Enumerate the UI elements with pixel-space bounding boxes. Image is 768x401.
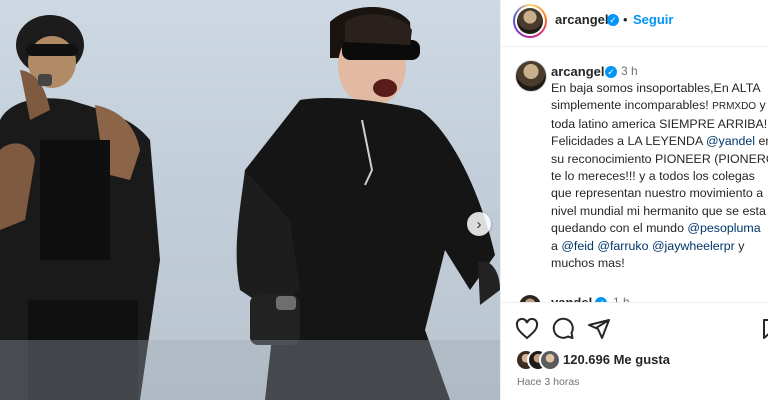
caption-line: y — [756, 98, 766, 113]
caption-line: muchos mas! — [551, 256, 625, 271]
caption-text: En baja somos insoportables,En ALTA simp… — [551, 80, 768, 272]
likes-count[interactable]: 120.696 Me gusta — [563, 352, 670, 367]
comment-icon[interactable] — [551, 317, 575, 341]
caption-line: Felicidades a LA LEYENDA — [551, 134, 706, 149]
separator-dot: • — [623, 12, 628, 27]
bookmark-icon[interactable] — [759, 317, 768, 341]
next-photo-button[interactable]: › — [467, 212, 491, 236]
caption-line: simplemente incomparables! — [551, 98, 709, 113]
caption-avatar[interactable] — [515, 60, 547, 92]
caption-line: quedando con el mundo — [551, 221, 688, 236]
verified-icon: ✓ — [607, 14, 619, 26]
caption-line: nivel mundial mi hermanito que se esta — [551, 203, 766, 218]
caption-time: 3 h — [621, 64, 638, 78]
caption-line: que representan nuestro movimiento a — [551, 186, 764, 201]
caption-line: toda latino america SIEMPRE ARRIBA! — [551, 116, 768, 131]
mention-link[interactable]: @pesopluma — [687, 221, 760, 235]
caption-line: en — [758, 134, 768, 149]
heart-icon[interactable] — [515, 317, 539, 341]
caption-line: PRMXDO — [712, 101, 757, 113]
share-icon[interactable] — [587, 317, 611, 341]
post-sidebar: arcangel ✓ • Seguir arcangel ✓ 3 h En ba… — [500, 0, 768, 400]
mention-link[interactable]: @yandel — [706, 134, 755, 148]
caption-line: En baja somos insoportables,En ALTA — [551, 81, 761, 95]
post-timestamp: Hace 3 horas — [517, 376, 580, 388]
mention-link[interactable]: @jaywheelerpr — [652, 239, 735, 253]
follow-button[interactable]: Seguir — [633, 12, 673, 27]
mention-link[interactable]: @feid — [561, 239, 594, 253]
post-header: arcangel ✓ • Seguir — [501, 0, 768, 47]
caption-line: y — [734, 238, 745, 253]
post-photo[interactable]: › — [0, 0, 500, 400]
author-avatar[interactable] — [513, 4, 547, 38]
caption-username[interactable]: arcangel — [551, 64, 604, 79]
author-username[interactable]: arcangel — [555, 12, 608, 27]
mention-link[interactable]: @farruko — [597, 239, 648, 253]
performers-photo — [0, 7, 500, 400]
verified-icon: ✓ — [605, 66, 617, 78]
post-actions: 120.696 Me gusta Hace 3 horas — [501, 302, 768, 401]
avatar — [539, 349, 561, 371]
caption-line: su reconocimiento PIONEER (PIONERO) — [551, 151, 768, 166]
chevron-right-icon: › — [476, 215, 482, 233]
caption-line: a — [551, 238, 562, 253]
caption-line: te lo mereces!!! y a todos los colegas — [551, 169, 755, 184]
